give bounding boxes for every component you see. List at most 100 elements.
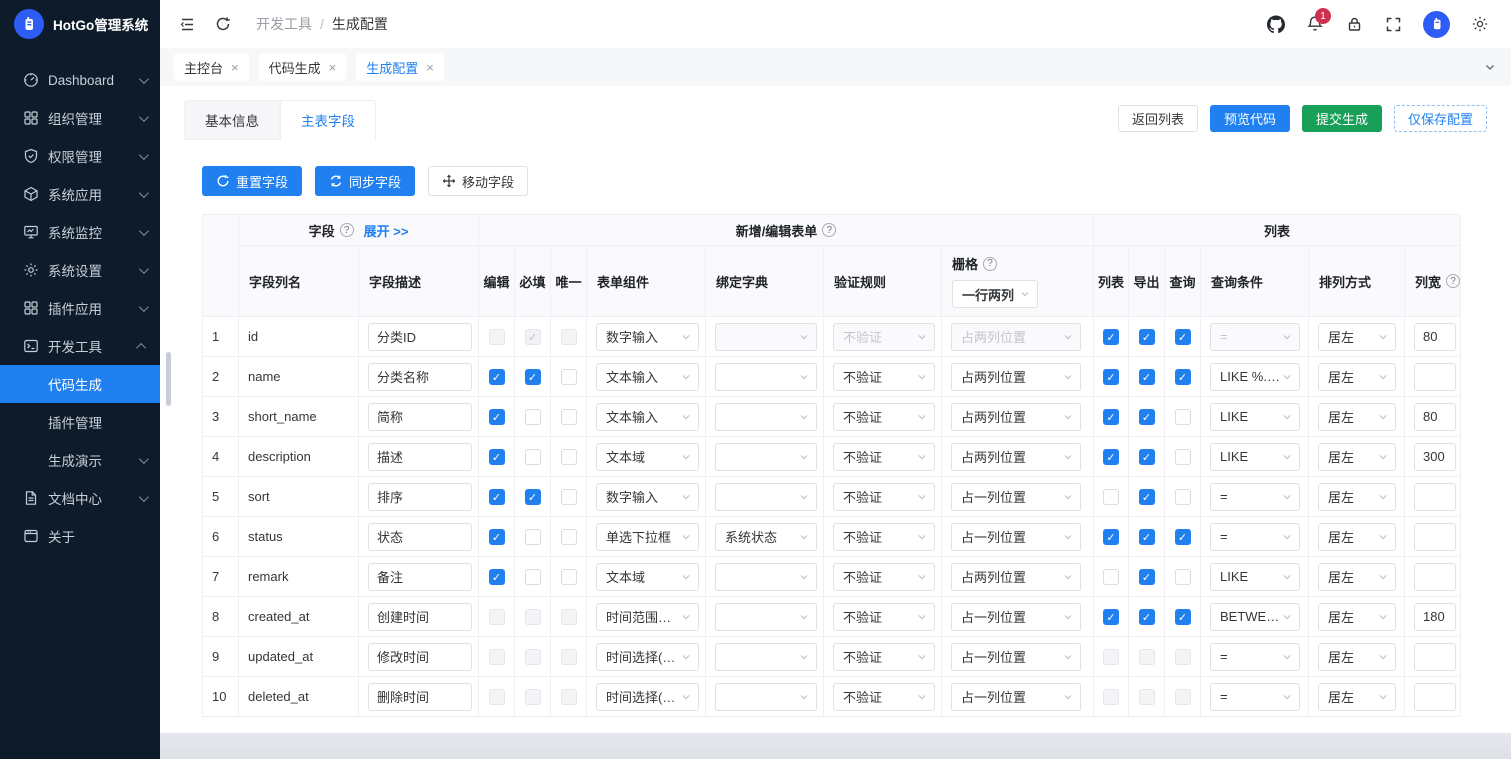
list-checkbox[interactable]: ✓ bbox=[1103, 608, 1119, 625]
unique-checkbox[interactable] bbox=[560, 488, 577, 505]
form-component-select[interactable]: 时间范围选择 bbox=[596, 602, 699, 631]
align-mode-select[interactable]: 居左 bbox=[1318, 482, 1396, 511]
sidebar-item-org[interactable]: 组织管理 bbox=[0, 99, 160, 137]
expand-fields-link[interactable]: 展开 >> bbox=[364, 224, 409, 239]
tabstrip-collapse-icon[interactable] bbox=[1483, 60, 1497, 74]
lock-screen-icon[interactable] bbox=[1345, 15, 1363, 33]
user-avatar[interactable] bbox=[1423, 10, 1450, 38]
grid-span-select[interactable]: 占一列位置 bbox=[951, 522, 1081, 551]
form-component-select[interactable]: 时间选择(Y-... bbox=[596, 682, 699, 711]
grid-span-select[interactable]: 占一列位置 bbox=[951, 482, 1081, 511]
query-condition-select[interactable]: = bbox=[1210, 682, 1300, 711]
export-checkbox[interactable]: ✓ bbox=[1138, 528, 1155, 545]
query-condition-select[interactable]: LIKE %...% bbox=[1210, 362, 1300, 391]
move-fields-button[interactable]: 移动字段 bbox=[428, 166, 529, 196]
field-desc-input[interactable] bbox=[368, 522, 472, 551]
bind-dict-select[interactable] bbox=[715, 602, 817, 631]
edit-checkbox[interactable]: ✓ bbox=[488, 488, 505, 505]
edit-checkbox[interactable]: ✓ bbox=[488, 528, 505, 545]
fullscreen-icon[interactable] bbox=[1384, 15, 1402, 33]
grid-span-select[interactable]: 占两列位置 bbox=[951, 562, 1081, 591]
grid-span-select[interactable]: 占两列位置 bbox=[951, 362, 1081, 391]
align-mode-select[interactable]: 居左 bbox=[1318, 362, 1396, 391]
sidebar-item-about[interactable]: 关于 bbox=[0, 517, 160, 555]
field-desc-input[interactable] bbox=[368, 322, 472, 351]
column-width-input[interactable] bbox=[1414, 682, 1456, 711]
query-condition-select[interactable]: LIKE bbox=[1210, 402, 1300, 431]
column-width-input[interactable] bbox=[1414, 362, 1456, 391]
sidebar-item-auth[interactable]: 权限管理 bbox=[0, 137, 160, 175]
query-checkbox[interactable] bbox=[1174, 568, 1191, 585]
back-to-list-button[interactable]: 返回列表 bbox=[1117, 105, 1198, 132]
export-checkbox[interactable]: ✓ bbox=[1138, 488, 1155, 505]
github-icon[interactable] bbox=[1267, 15, 1285, 33]
sync-fields-button[interactable]: 同步字段 bbox=[315, 166, 416, 196]
validate-rule-select[interactable]: 不验证 bbox=[833, 482, 935, 511]
page-tab-1[interactable]: 主控台 × bbox=[174, 53, 249, 81]
tab-main-fields[interactable]: 主表字段 bbox=[280, 100, 376, 140]
column-width-input[interactable] bbox=[1414, 642, 1456, 671]
export-checkbox[interactable]: ✓ bbox=[1138, 448, 1155, 465]
export-checkbox[interactable]: ✓ bbox=[1138, 328, 1155, 345]
export-checkbox[interactable]: ✓ bbox=[1138, 608, 1155, 625]
query-condition-select[interactable]: LIKE bbox=[1210, 562, 1300, 591]
required-checkbox[interactable] bbox=[524, 448, 541, 465]
grid-span-select[interactable]: 占两列位置 bbox=[951, 402, 1081, 431]
app-logo[interactable]: HotGo管理系统 bbox=[0, 0, 160, 48]
export-checkbox[interactable]: ✓ bbox=[1138, 408, 1155, 425]
align-mode-select[interactable]: 居左 bbox=[1318, 602, 1396, 631]
align-mode-select[interactable]: 居左 bbox=[1318, 562, 1396, 591]
form-component-select[interactable]: 时间选择(Y-... bbox=[596, 642, 699, 671]
validate-rule-select[interactable]: 不验证 bbox=[833, 682, 935, 711]
grid-layout-select[interactable]: 一行两列 bbox=[952, 280, 1038, 308]
validate-rule-select[interactable]: 不验证 bbox=[833, 402, 935, 431]
unique-checkbox[interactable] bbox=[560, 408, 577, 425]
form-component-select[interactable]: 数字输入 bbox=[596, 322, 699, 351]
query-condition-select[interactable]: = bbox=[1210, 642, 1300, 671]
align-mode-select[interactable]: 居左 bbox=[1318, 442, 1396, 471]
bind-dict-select[interactable] bbox=[715, 442, 817, 471]
required-checkbox[interactable] bbox=[524, 528, 541, 545]
field-desc-input[interactable] bbox=[368, 482, 472, 511]
align-mode-select[interactable]: 居左 bbox=[1318, 522, 1396, 551]
validate-rule-select[interactable]: 不验证 bbox=[833, 642, 935, 671]
form-component-select[interactable]: 数字输入 bbox=[596, 482, 699, 511]
export-checkbox[interactable]: ✓ bbox=[1138, 368, 1155, 385]
form-component-select[interactable]: 文本输入 bbox=[596, 402, 699, 431]
bind-dict-select[interactable] bbox=[715, 362, 817, 391]
sidebar-item-addons[interactable]: 插件管理 bbox=[0, 403, 160, 441]
grid-span-select[interactable]: 占一列位置 bbox=[951, 682, 1081, 711]
field-desc-input[interactable] bbox=[368, 362, 472, 391]
list-checkbox[interactable]: ✓ bbox=[1103, 448, 1119, 465]
column-width-input[interactable] bbox=[1414, 602, 1456, 631]
column-width-input[interactable] bbox=[1414, 322, 1456, 351]
close-tab-icon[interactable]: × bbox=[231, 61, 239, 74]
collapse-menu-icon[interactable] bbox=[178, 15, 196, 33]
query-checkbox[interactable]: ✓ bbox=[1174, 368, 1191, 385]
settings-gear-icon[interactable] bbox=[1471, 15, 1489, 33]
refresh-page-icon[interactable] bbox=[214, 15, 232, 33]
sidebar-item-monitor[interactable]: 系统监控 bbox=[0, 213, 160, 251]
reset-fields-button[interactable]: 重置字段 bbox=[202, 166, 303, 196]
unique-checkbox[interactable] bbox=[560, 528, 577, 545]
tab-basic-info[interactable]: 基本信息 bbox=[184, 100, 280, 140]
sidebar-item-settings[interactable]: 系统设置 bbox=[0, 251, 160, 289]
edit-checkbox[interactable]: ✓ bbox=[488, 408, 505, 425]
query-checkbox[interactable]: ✓ bbox=[1174, 328, 1191, 345]
bind-dict-select[interactable] bbox=[715, 402, 817, 431]
unique-checkbox[interactable] bbox=[560, 568, 577, 585]
list-checkbox[interactable]: ✓ bbox=[1103, 528, 1119, 545]
form-component-select[interactable]: 文本域 bbox=[596, 442, 699, 471]
list-checkbox[interactable]: ✓ bbox=[1103, 368, 1119, 385]
sidebar-item-codegen[interactable]: 代码生成 bbox=[0, 365, 160, 403]
field-desc-input[interactable] bbox=[368, 682, 472, 711]
column-width-input[interactable] bbox=[1414, 402, 1456, 431]
sidebar-scrollbar-thumb[interactable] bbox=[166, 352, 171, 406]
query-checkbox[interactable]: ✓ bbox=[1174, 528, 1191, 545]
grid-span-select[interactable]: 占一列位置 bbox=[951, 602, 1081, 631]
required-checkbox[interactable] bbox=[524, 408, 541, 425]
page-tab-3[interactable]: 生成配置 × bbox=[356, 53, 444, 81]
required-checkbox[interactable]: ✓ bbox=[524, 488, 541, 505]
field-desc-input[interactable] bbox=[368, 602, 472, 631]
required-checkbox[interactable] bbox=[524, 568, 541, 585]
